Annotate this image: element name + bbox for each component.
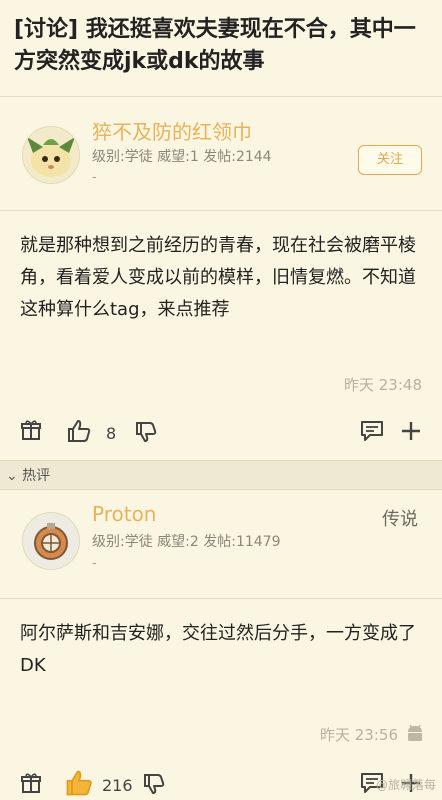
comment-icon[interactable] (360, 420, 384, 442)
plus-icon[interactable] (400, 420, 422, 442)
like-count: 216 (102, 776, 133, 795)
gift-icon[interactable] (20, 419, 42, 441)
post-header-divider (0, 210, 442, 211)
author-name[interactable]: 猝不及防的红领巾 (92, 116, 252, 145)
avatar[interactable] (22, 126, 80, 184)
post-content: 就是那种想到之前经历的青春，现在社会被磨平棱角，看着爱人变成以前的模样，旧情复燃… (20, 235, 416, 320)
post-time: 昨天 23:56 (320, 726, 398, 744)
post-time: 昨天 23:48 (344, 376, 422, 394)
post-header-divider (0, 598, 442, 599)
signature: - (92, 170, 97, 185)
android-icon (408, 724, 422, 741)
thumb-up-icon[interactable] (64, 768, 94, 798)
thumb-down-icon[interactable] (134, 420, 158, 444)
author-name[interactable]: Proton (92, 502, 156, 526)
avatar[interactable] (22, 512, 80, 570)
watermark: @旅翱落每 (375, 778, 436, 792)
rank-badge: 传说 (382, 509, 418, 530)
hot-comments-header[interactable]: ⌄ 热评 (0, 460, 442, 490)
thumb-down-icon[interactable] (142, 772, 166, 796)
signature: - (92, 556, 97, 571)
post-content: 阿尔萨斯和吉安娜，交往过然后分手，一方变成了DK (20, 623, 416, 676)
follow-button[interactable]: 关注 (358, 145, 422, 175)
author-meta: 级别:学徒 威望:2 发帖:11479 (92, 534, 281, 550)
title-divider (0, 96, 442, 97)
thumb-up-icon[interactable] (66, 418, 92, 444)
thread-title: [讨论] 我还挺喜欢夫妻现在不合，其中一方突然变成jk或dk的故事 (14, 17, 416, 74)
like-count: 8 (106, 424, 117, 443)
hot-comments-label: ⌄ 热评 (6, 468, 51, 484)
gift-icon[interactable] (20, 772, 42, 794)
author-meta: 级别:学徒 威望:1 发帖:2144 (92, 149, 272, 165)
